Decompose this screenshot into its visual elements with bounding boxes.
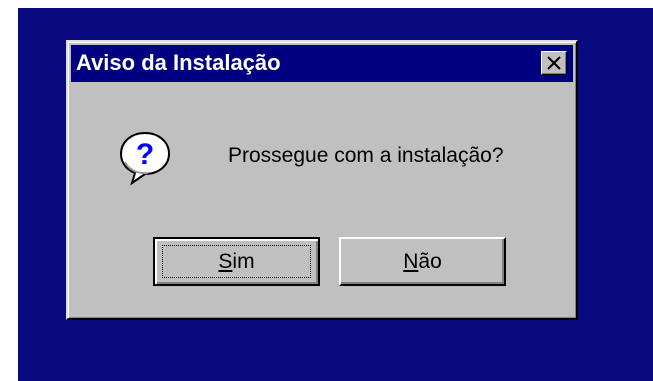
no-label-rest: ão (418, 250, 442, 273)
yes-button-label: Sim (218, 250, 254, 273)
yes-label-rest: im (232, 250, 255, 273)
question-icon: ? (118, 130, 174, 186)
title-bar[interactable]: Aviso da Instalação (71, 45, 573, 82)
yes-mnemonic: S (218, 250, 233, 273)
dialog-title: Aviso da Instalação (76, 50, 281, 75)
no-mnemonic: N (403, 250, 419, 273)
no-button[interactable]: Não (339, 237, 506, 286)
svg-text:?: ? (136, 138, 154, 171)
close-icon (547, 56, 561, 70)
close-button[interactable] (541, 51, 567, 75)
install-warning-dialog: Aviso da Instalação ? Prossegue com a in… (66, 40, 578, 320)
yes-button[interactable]: Sim (153, 237, 320, 286)
no-button-label: Não (403, 250, 442, 273)
dialog-message: Prossegue com a instalação? (228, 144, 504, 167)
